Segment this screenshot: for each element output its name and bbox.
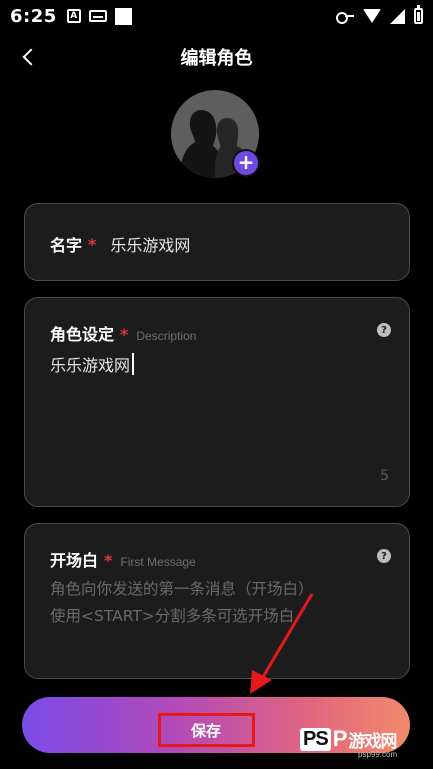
add-avatar-button[interactable]: +: [232, 149, 260, 177]
first-message-input[interactable]: 角色向你发送的第一条消息（开场白） 使用<START>分割多条可选开场白: [50, 576, 390, 630]
description-input[interactable]: 乐乐游戏网: [50, 352, 135, 376]
square-icon: [114, 7, 132, 25]
description-header: 角色设定 * Description: [50, 321, 196, 345]
save-label: 保存: [157, 713, 255, 747]
first-message-header: 开场白 * First Message: [50, 547, 196, 571]
watermark-logo: PS P 游戏网: [300, 726, 397, 752]
page-title: 编辑角色: [180, 48, 253, 69]
status-bar: 6:25 A: [0, 0, 433, 32]
name-input[interactable]: 乐乐游戏网: [110, 232, 190, 256]
annotation-arrow: [250, 593, 314, 694]
name-field-card[interactable]: 名字 * 乐乐游戏网: [24, 203, 410, 281]
required-mark: *: [104, 551, 113, 570]
status-right-icons: [336, 5, 423, 24]
first-message-label: 开场白: [50, 551, 99, 570]
avatar-picker[interactable]: +: [171, 90, 261, 180]
first-message-field-card[interactable]: 开场白 * First Message ? 角色向你发送的第一条消息（开场白） …: [24, 523, 410, 679]
char-count: 5: [380, 468, 389, 484]
watermark-text: 游戏网: [348, 731, 397, 751]
a-box-icon: A: [66, 9, 81, 23]
description-text: 乐乐游戏网: [50, 356, 131, 375]
vpn-key-icon: [336, 11, 354, 24]
status-left-icons: A: [66, 7, 132, 25]
placeholder-line: 使用<START>分割多条可选开场白: [50, 607, 295, 625]
description-label: 角色设定: [50, 325, 115, 344]
keyboard-icon: [88, 10, 107, 22]
help-icon[interactable]: ?: [377, 323, 391, 337]
first-message-sub-label: First Message: [120, 555, 196, 569]
signal-icon: [390, 8, 405, 24]
watermark-p: P: [332, 726, 348, 751]
required-mark: *: [88, 234, 97, 254]
watermark: PS P 游戏网 psp99.com: [300, 716, 430, 762]
watermark-url: psp99.com: [358, 750, 398, 759]
header: 编辑角色: [0, 38, 433, 76]
description-sub-label: Description: [136, 329, 197, 343]
status-time: 6:25: [10, 5, 57, 27]
wifi-icon: [363, 9, 381, 23]
watermark-ps: PS: [300, 727, 331, 751]
placeholder-line: 角色向你发送的第一条消息（开场白）: [50, 580, 314, 598]
battery-icon: [414, 5, 423, 24]
name-row: 名字 * 乐乐游戏网: [50, 232, 190, 256]
plus-icon: +: [237, 150, 255, 174]
text-cursor: [132, 353, 135, 375]
required-mark: *: [120, 325, 129, 344]
name-label: 名字: [50, 236, 83, 255]
description-field-card[interactable]: 角色设定 * Description ? 乐乐游戏网 5: [24, 297, 410, 507]
help-icon[interactable]: ?: [377, 549, 391, 563]
